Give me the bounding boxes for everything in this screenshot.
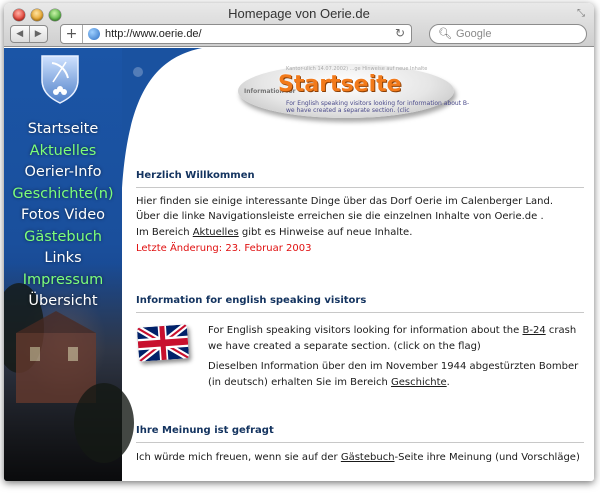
nav-geschichten[interactable]: Geschichte(n) (4, 184, 122, 206)
english-p2-post: . (446, 377, 450, 388)
tree-silhouette (74, 383, 134, 463)
back-button[interactable]: ◀ (11, 26, 29, 42)
welcome-line-1: Hier finden sie einige interessante Ding… (136, 196, 554, 207)
divider (136, 312, 584, 313)
building-window (68, 347, 78, 361)
english-p1-pre: For English speaking visitors looking fo… (208, 325, 523, 336)
last-change-text: Letzte Änderung: 23. Februar 2003 (136, 243, 312, 254)
building-window (30, 347, 40, 361)
english-p1-line-1: For English speaking visitors looking fo… (208, 323, 576, 339)
nav-links[interactable]: Links (4, 248, 122, 270)
url-text[interactable]: http://www.oerie.de/ (105, 28, 202, 40)
welcome-line-3-post: gibt es Hinweise auf neue Inhalte. (238, 227, 413, 238)
sidebar: Startseite Aktuelles Oerier-Info Geschic… (4, 48, 134, 481)
welcome-line-3: Im Bereich Aktuelles gibt es Hinweise au… (136, 225, 412, 241)
search-field[interactable]: 🔍︎ Google (429, 24, 587, 44)
opinion-line-1-pre: Ich würde mich freuen, wenn sie auf der (136, 452, 341, 463)
browser-window: Homepage von Oerie.de ⤡ ◀ ▶ + http://www… (4, 3, 594, 481)
back-arrow-icon: ◀ (16, 29, 24, 39)
address-bar[interactable]: + http://www.oerie.de/ ↻ (60, 24, 412, 44)
english-p1-line-2: we have created a separate section. (cli… (208, 341, 481, 352)
page-viewport: Startseite Aktuelles Oerier-Info Geschic… (4, 48, 594, 481)
main-content: Kantor-ulich 14.07.2002) ...ge Hinweise … (128, 48, 594, 481)
forward-button[interactable]: ▶ (28, 26, 48, 42)
welcome-line-2: Über die linke Navigationsleiste erreich… (136, 211, 544, 222)
nav-impressum[interactable]: Impressum (4, 270, 122, 292)
aktuelles-link[interactable]: Aktuelles (193, 227, 239, 238)
divider (136, 187, 584, 188)
nav-startseite[interactable]: Startseite (4, 119, 122, 141)
search-placeholder: Google (456, 28, 492, 40)
geschichte-link[interactable]: Geschichte (391, 377, 447, 388)
uk-flag-icon[interactable] (136, 324, 190, 362)
window-title: Homepage von Oerie.de (228, 6, 370, 21)
english-p2-line-1: Dieselben Information über den im Novemb… (208, 361, 579, 372)
opinion-line-1-post: -Seite ihre Meinung (und Vorschläge) (394, 452, 580, 463)
logo-line-1: For English speaking visitors looking fo… (286, 100, 470, 107)
reload-icon[interactable]: ↻ (395, 26, 405, 40)
english-p1-post: crash (545, 325, 577, 336)
opinion-heading: Ihre Meinung ist gefragt (136, 425, 274, 436)
english-p2-line-2: (in deutsch) erhalten Sie im Bereich Ges… (208, 375, 450, 391)
english-heading: Information for english speaking visitor… (136, 295, 367, 306)
welcome-line-3-pre: Im Bereich (136, 227, 193, 238)
english-p2-pre: (in deutsch) erhalten Sie im Bereich (208, 377, 392, 388)
history-buttons: ◀ ▶ (10, 25, 48, 43)
magnifier-icon: 🔍︎ (438, 27, 452, 40)
nav-oerier-info[interactable]: Oerier-Info (4, 162, 122, 184)
nav-gaestebuch[interactable]: Gästebuch (4, 227, 122, 249)
plus-icon: + (65, 26, 78, 42)
coat-of-arms-icon (41, 55, 79, 104)
startseite-logo: Kantor-ulich 14.07.2002) ...ge Hinweise … (238, 64, 469, 118)
fullscreen-icon[interactable]: ⤡ (577, 9, 587, 19)
globe-icon (88, 28, 100, 40)
forward-arrow-icon: ▶ (34, 29, 42, 39)
add-bookmark-button[interactable]: + (61, 25, 83, 43)
b24-link[interactable]: B-24 (522, 325, 545, 336)
opinion-line-1: Ich würde mich freuen, wenn sie auf der … (136, 450, 580, 466)
nav-uebersicht[interactable]: Übersicht (4, 291, 122, 313)
gaestebuch-link[interactable]: Gästebuch (341, 452, 395, 463)
main-navigation: Startseite Aktuelles Oerier-Info Geschic… (4, 119, 122, 313)
nav-aktuelles[interactable]: Aktuelles (4, 141, 122, 163)
logo-title: Startseite (278, 72, 402, 97)
browser-chrome: Homepage von Oerie.de ⤡ ◀ ▶ + http://www… (4, 3, 594, 47)
nav-fotos-video[interactable]: Fotos Video (4, 205, 122, 227)
welcome-heading: Herzlich Willkommen (136, 170, 255, 181)
divider (136, 442, 584, 443)
logo-line-2: we have created a separate section. (cli… (286, 107, 410, 114)
